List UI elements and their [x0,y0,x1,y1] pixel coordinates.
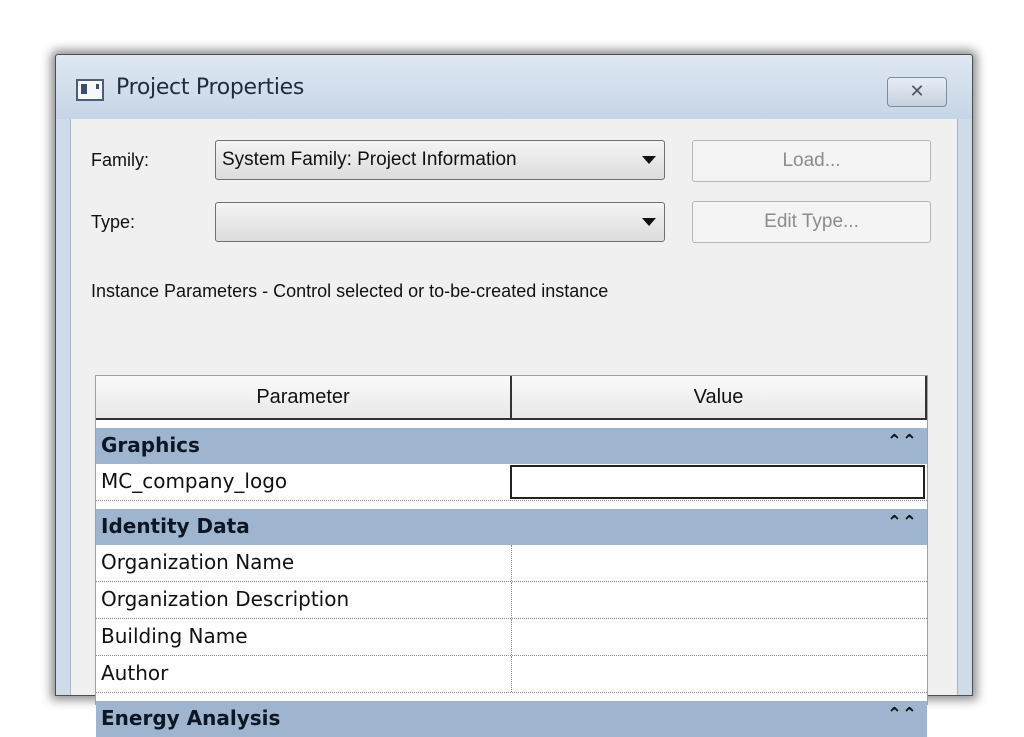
title-bar[interactable]: Project Properties ✕ [56,55,972,119]
parameter-name: Organization Description [101,587,350,611]
edit-type-button[interactable]: Edit Type... [692,201,931,243]
table-row[interactable]: Organization Description [96,582,927,619]
group-name: Graphics [101,433,200,457]
group-energy-analysis[interactable]: Energy Analysis ⌃⌃ [96,701,927,737]
group-identity-data[interactable]: Identity Data ⌃⌃ [96,509,927,545]
parameter-column-header[interactable]: Parameter [96,376,512,420]
parameter-name: Author [101,661,169,685]
parameter-value-field[interactable] [510,465,925,499]
table-row[interactable]: Organization Name [96,545,927,582]
parameter-value-field[interactable] [511,582,927,618]
instance-parameters-caption: Instance Parameters - Control selected o… [91,281,609,301]
value-column-header[interactable]: Value [512,376,927,420]
type-label: Type: [91,212,136,232]
type-dropdown[interactable] [215,202,665,242]
group-name: Energy Analysis [101,706,281,730]
parameter-name: Building Name [101,624,248,648]
parameter-name: Organization Name [101,550,295,574]
chevron-down-icon [642,156,656,164]
parameter-name: MC_company_logo [101,469,288,493]
collapse-icon[interactable]: ⌃⌃ [887,431,917,452]
collapse-icon[interactable]: ⌃⌃ [887,512,917,533]
table-row[interactable]: Author [96,656,927,693]
parameter-value-field[interactable] [511,656,927,692]
properties-grid: Parameter Value Graphics ⌃⌃ MC_company_l… [95,375,928,737]
close-button[interactable]: ✕ [887,77,947,107]
family-dropdown[interactable]: System Family: Project Information [215,140,665,180]
parameter-value-field[interactable] [511,545,927,581]
window-icon [76,79,104,101]
parameter-value-field[interactable] [511,619,927,655]
family-dropdown-value: System Family: Project Information [222,149,517,170]
chevron-down-icon [642,218,656,226]
close-icon: ✕ [909,81,925,102]
project-properties-dialog: Project Properties ✕ Family: System Fami… [55,54,973,737]
group-name: Identity Data [101,514,250,538]
collapse-icon[interactable]: ⌃⌃ [887,704,917,725]
window-title: Project Properties [116,75,305,100]
family-label: Family: [91,150,149,170]
table-row[interactable]: MC_company_logo [96,464,927,501]
dialog-body: Family: System Family: Project Informati… [70,119,958,737]
load-button[interactable]: Load... [692,140,931,182]
table-row[interactable]: Building Name [96,619,927,656]
group-graphics[interactable]: Graphics ⌃⌃ [96,428,927,464]
